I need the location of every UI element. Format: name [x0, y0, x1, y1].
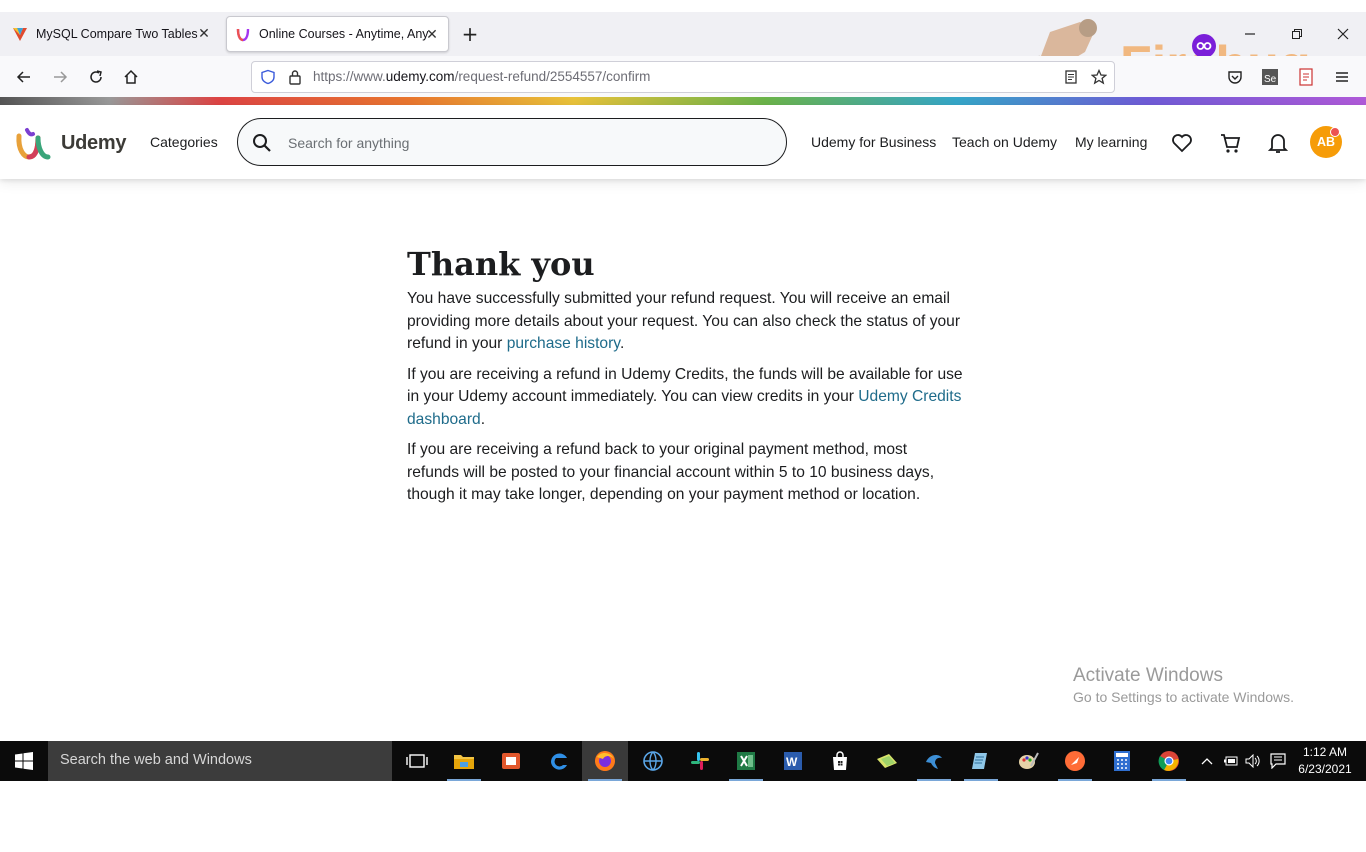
- lock-icon[interactable]: [288, 69, 302, 85]
- firebug-logo: Firebug: [1038, 19, 1311, 56]
- windows-start-icon[interactable]: [0, 741, 48, 781]
- mysql-dolphin-icon[interactable]: [911, 741, 957, 781]
- search-icon[interactable]: [252, 133, 272, 153]
- tab-title: Online Courses - Anytime, Any: [259, 27, 429, 41]
- bookmark-star-icon[interactable]: [1091, 69, 1107, 85]
- firefox-icon[interactable]: [582, 741, 628, 781]
- browser-tab-mysql[interactable]: MySQL Compare Two Tables to ✕: [4, 16, 220, 52]
- url-prefix: https://www.: [313, 69, 386, 84]
- store-icon[interactable]: [817, 741, 863, 781]
- udemy-u-icon: [236, 28, 250, 42]
- sticky-notes-icon[interactable]: [864, 741, 910, 781]
- restore-button[interactable]: [1285, 24, 1309, 44]
- extension-doc-icon[interactable]: [1298, 68, 1314, 86]
- logo-text: Udemy: [61, 131, 127, 154]
- taskbar-search-box[interactable]: Search the web and Windows: [48, 741, 392, 781]
- theme-rainbow-strip: [0, 97, 1366, 105]
- minimize-button[interactable]: [1238, 24, 1262, 44]
- pocket-icon[interactable]: [1227, 69, 1243, 85]
- clock-date: 6/23/2021: [1298, 762, 1352, 776]
- app-running-indicator: [1058, 779, 1092, 781]
- chrome-icon[interactable]: [1146, 741, 1192, 781]
- url-path: /request-refund/2554557/confirm: [454, 69, 651, 84]
- search-bar[interactable]: [237, 118, 787, 166]
- svg-text:W: W: [786, 755, 798, 769]
- network-globe-icon[interactable]: [630, 741, 676, 781]
- my-learning-link[interactable]: My learning: [1075, 134, 1147, 150]
- menu-icon[interactable]: [1334, 69, 1350, 85]
- app-running-indicator: [447, 779, 481, 781]
- address-bar[interactable]: https://www.udemy.com/request-refund/255…: [251, 61, 1115, 93]
- notification-dot: [1330, 127, 1340, 137]
- activate-title: Activate Windows: [1073, 665, 1223, 686]
- para1-end: .: [619, 335, 625, 352]
- url-domain: udemy.com: [385, 69, 455, 84]
- reload-icon[interactable]: [85, 66, 107, 88]
- postman-icon[interactable]: [1052, 741, 1098, 781]
- volume-icon[interactable]: [1243, 751, 1263, 771]
- app-running-indicator: [917, 779, 951, 781]
- browser-tab-strip: Firebug MySQL Compare Two Tables to ✕ On…: [0, 12, 1366, 56]
- clock-time: 1:12 AM: [1302, 745, 1348, 759]
- url-text[interactable]: https://www.udemy.com/request-refund/255…: [313, 69, 650, 84]
- para2-end: .: [480, 410, 486, 428]
- browser-tab-udemy[interactable]: Online Courses - Anytime, Any ✕: [226, 16, 449, 52]
- app-running-indicator: [964, 779, 998, 781]
- svg-text:Se: Se: [1264, 74, 1277, 85]
- close-tab-icon[interactable]: ✕: [196, 25, 212, 42]
- task-view-icon[interactable]: [394, 741, 440, 781]
- site-header: Udemy Categories Udemy for Business Teac…: [0, 105, 1366, 179]
- app-running-indicator: [729, 779, 763, 781]
- purchase-history-link[interactable]: purchase history: [507, 335, 620, 352]
- battery-icon[interactable]: [1221, 751, 1241, 771]
- tray-chevron-up-icon[interactable]: [1197, 751, 1217, 771]
- slack-icon[interactable]: [677, 741, 723, 781]
- refund-confirmation: Thank you You have successfully submitte…: [407, 244, 967, 515]
- para1-text: You have successfully submitted your ref…: [407, 290, 961, 352]
- taskbar-search-text: Search the web and Windows: [60, 752, 252, 768]
- udemy-logo[interactable]: Udemy: [15, 126, 127, 160]
- payment-method-paragraph: If you are receiving a refund back to yo…: [407, 441, 935, 503]
- app-running-indicator: [1152, 779, 1186, 781]
- forward-icon[interactable]: [49, 66, 71, 88]
- word-icon[interactable]: W: [770, 741, 816, 781]
- new-tab-button[interactable]: +: [460, 24, 480, 44]
- action-center-icon[interactable]: [1268, 751, 1288, 771]
- app-running-indicator: [588, 779, 622, 781]
- calculator-icon[interactable]: [1099, 741, 1145, 781]
- close-tab-icon[interactable]: ✕: [424, 26, 440, 43]
- teach-on-udemy-link[interactable]: Teach on Udemy: [952, 134, 1057, 150]
- categories-link[interactable]: Categories: [150, 134, 218, 150]
- selenium-ide-icon[interactable]: Se: [1261, 68, 1279, 86]
- paint-icon[interactable]: [1005, 741, 1051, 781]
- private-mask-icon[interactable]: [1192, 34, 1216, 56]
- file-explorer-icon[interactable]: [441, 741, 487, 781]
- vivaldi-v-icon: [13, 28, 27, 41]
- udemy-for-business-link[interactable]: Udemy for Business: [811, 134, 936, 150]
- refund-submitted-paragraph: You have successfully submitted your ref…: [407, 288, 963, 356]
- cart-icon[interactable]: [1218, 131, 1242, 155]
- shield-icon[interactable]: [260, 69, 276, 85]
- reader-view-icon[interactable]: [1064, 70, 1078, 84]
- back-icon[interactable]: [13, 66, 35, 88]
- activate-subtitle: Go to Settings to activate Windows.: [1073, 689, 1294, 705]
- taskbar-clock[interactable]: 1:12 AM 6/23/2021: [1292, 744, 1358, 778]
- windows-taskbar: Search the web and Windows W 1:12 AM 6/2…: [0, 741, 1366, 781]
- search-input[interactable]: [288, 131, 768, 155]
- wishlist-heart-icon[interactable]: [1170, 131, 1194, 155]
- office-app-icon[interactable]: [488, 741, 534, 781]
- close-window-button[interactable]: [1331, 24, 1355, 44]
- browser-toolbar: https://www.udemy.com/request-refund/255…: [0, 56, 1366, 98]
- page-title: Thank you: [407, 245, 595, 283]
- udemy-credits-paragraph: If you are receiving a refund in Udemy C…: [407, 364, 963, 432]
- edge-icon[interactable]: [536, 741, 582, 781]
- notifications-bell-icon[interactable]: [1266, 131, 1290, 155]
- tab-title: MySQL Compare Two Tables to: [36, 27, 202, 41]
- activate-windows-watermark: Activate Windows Go to Settings to activ…: [1073, 665, 1294, 707]
- home-icon[interactable]: [120, 66, 142, 88]
- excel-icon[interactable]: [723, 741, 769, 781]
- udemy-logo-icon: [16, 128, 51, 160]
- notepad-icon[interactable]: [958, 741, 1004, 781]
